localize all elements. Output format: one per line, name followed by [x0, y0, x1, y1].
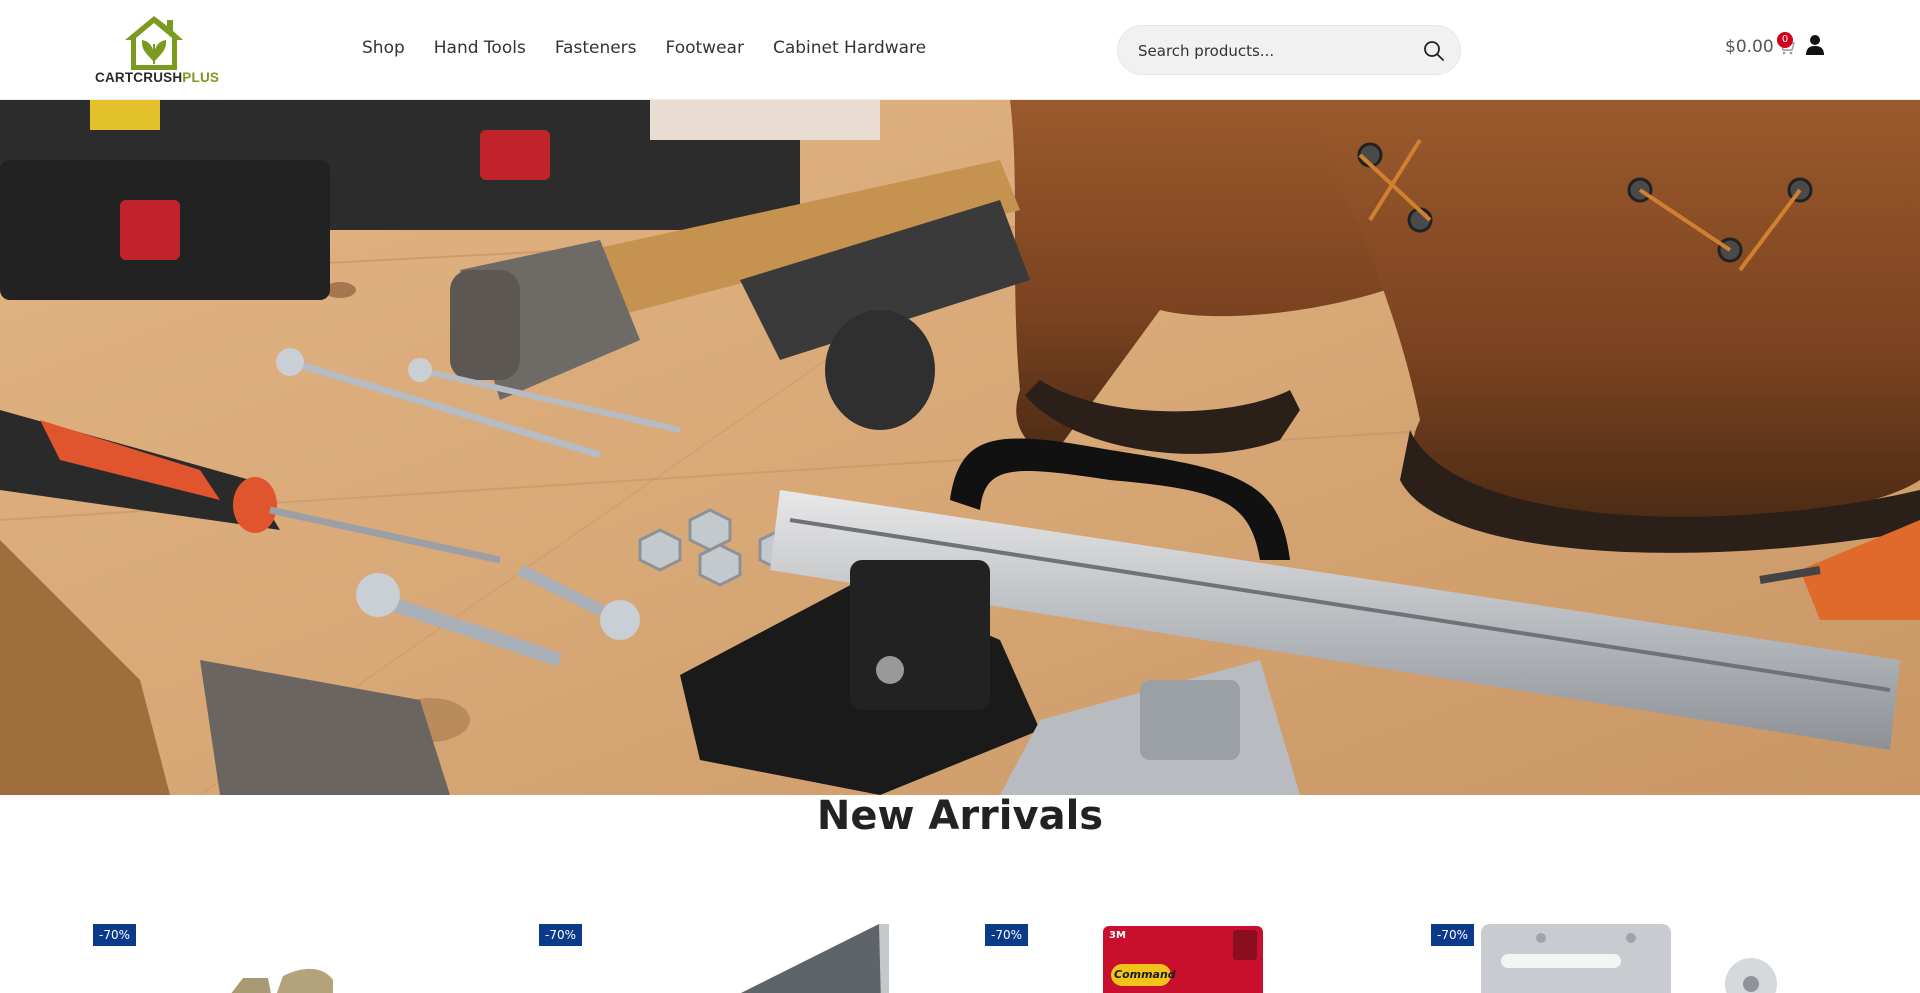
cart-count-badge: 0 — [1777, 32, 1793, 48]
nav-item-footwear[interactable]: Footwear — [666, 38, 744, 58]
hero-banner[interactable] — [0, 100, 1920, 795]
main-nav: Shop Hand Tools Fasteners Footwear Cabin… — [362, 38, 955, 58]
nav-item-cabinet-hardware[interactable]: Cabinet Hardware — [773, 38, 926, 58]
logo-text-accent: PLUS — [182, 70, 220, 85]
product-card[interactable]: -70% — [93, 924, 493, 993]
nav-item-shop[interactable]: Shop — [362, 38, 405, 58]
nav-item-fasteners[interactable]: Fasteners — [555, 38, 637, 58]
product-image — [741, 924, 889, 993]
site-header: CARTCRUSHPLUS Shop Hand Tools Fasteners … — [0, 0, 1920, 100]
hero-image — [0, 100, 1920, 795]
discount-badge: -70% — [539, 924, 583, 946]
product-card[interactable]: -70% 3M Command — [985, 924, 1385, 993]
site-logo[interactable]: CARTCRUSHPLUS — [95, 14, 219, 86]
product-brand-text: Command — [1114, 968, 1176, 981]
discount-badge: -70% — [1431, 924, 1475, 946]
product-image — [231, 969, 333, 993]
search-input[interactable] — [1138, 40, 1398, 62]
discount-badge: -70% — [985, 924, 1029, 946]
product-card[interactable]: -70% — [1431, 924, 1831, 993]
cart-total: $0.00 — [1725, 37, 1774, 57]
new-arrivals-heading: New Arrivals — [816, 793, 1104, 839]
product-card[interactable]: -70% — [539, 924, 939, 993]
product-image — [1481, 924, 1777, 993]
search-icon[interactable] — [1422, 39, 1446, 63]
user-icon[interactable] — [1805, 34, 1825, 56]
house-leaf-logo-icon — [125, 16, 183, 70]
product-image — [1103, 926, 1263, 993]
logo-wordmark: CARTCRUSHPLUS — [95, 70, 219, 85]
logo-text-main: CARTCRUSH — [95, 70, 183, 85]
product-brand-mark: 3M — [1109, 930, 1126, 941]
nav-item-hand-tools[interactable]: Hand Tools — [434, 38, 526, 58]
discount-badge: -70% — [93, 924, 137, 946]
search-box — [1117, 25, 1461, 75]
